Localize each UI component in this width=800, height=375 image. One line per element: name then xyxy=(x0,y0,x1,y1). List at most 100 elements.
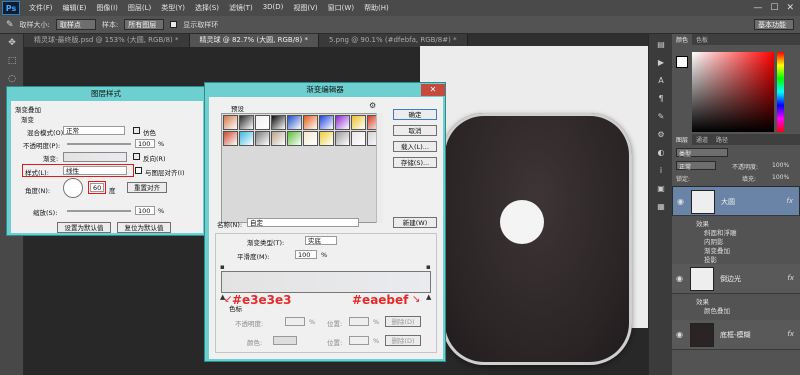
blend-mode-select[interactable]: 正常 xyxy=(63,126,125,135)
hue-slider[interactable] xyxy=(777,52,784,132)
effect-item[interactable]: 投影 xyxy=(704,254,717,264)
tab-channels[interactable]: 通道 xyxy=(692,134,712,145)
menu-item[interactable]: 3D(D) xyxy=(258,3,289,13)
brush-icon[interactable]: ✎ xyxy=(654,112,668,124)
new-button[interactable]: 新建(W) xyxy=(393,217,437,228)
eyedropper-icon[interactable]: ✎ xyxy=(6,20,14,30)
gradient-preset-swatch[interactable] xyxy=(255,115,270,130)
fx-icon[interactable]: fx xyxy=(786,197,793,205)
fx-icon[interactable]: fx xyxy=(787,274,794,282)
close-button[interactable]: ✕ xyxy=(786,3,794,13)
gradient-preset-swatch[interactable] xyxy=(351,115,366,130)
reset-default-button[interactable]: 复位为默认值 xyxy=(117,222,171,233)
cancel-button[interactable]: 取消 xyxy=(393,125,437,136)
opacity-slider[interactable] xyxy=(67,143,131,145)
menu-item[interactable]: 图层(L) xyxy=(123,3,156,13)
gradient-preset-swatch[interactable] xyxy=(271,115,286,130)
character-icon[interactable]: A xyxy=(654,76,668,88)
gradient-preset-swatch[interactable] xyxy=(223,131,238,146)
gradient-preset-swatch[interactable] xyxy=(319,115,334,130)
tab-color[interactable]: 颜色 xyxy=(672,34,693,45)
history-icon[interactable]: ▤ xyxy=(654,40,668,52)
actions-icon[interactable]: ▶ xyxy=(654,58,668,70)
gradient-preset-swatch[interactable] xyxy=(319,131,334,146)
gradient-preset-swatch[interactable] xyxy=(255,131,270,146)
menu-item[interactable]: 帮助(H) xyxy=(359,3,394,13)
gradient-preset-swatch[interactable] xyxy=(303,131,318,146)
tab-pokeball[interactable]: 精灵球 @ 82.7% (大圆, RGB/8) * xyxy=(189,34,319,47)
delete-color-button[interactable]: 删除(D) xyxy=(385,335,421,346)
menu-item[interactable]: 图像(I) xyxy=(91,3,123,13)
gradient-preset-swatch[interactable] xyxy=(239,115,254,130)
foreground-color-swatch[interactable] xyxy=(676,56,688,68)
angle-field[interactable]: 60 xyxy=(90,183,104,192)
workspace-select[interactable]: 基本功能 xyxy=(754,19,794,30)
color-stop-right[interactable]: ▲ xyxy=(426,293,431,301)
visibility-eye-icon[interactable]: ◉ xyxy=(677,197,687,206)
gradient-preset-swatch[interactable] xyxy=(335,115,350,130)
gradient-preset-swatch[interactable] xyxy=(271,131,286,146)
sample-size-select[interactable]: 取样点 xyxy=(55,19,96,30)
type-select[interactable]: 实底 xyxy=(305,236,337,245)
info-icon[interactable]: i xyxy=(654,166,668,178)
opacity-stop-left[interactable]: ▪ xyxy=(220,263,225,271)
tab-paths[interactable]: 路径 xyxy=(712,134,732,145)
layer-row[interactable]: ◉ 倒边光 fx xyxy=(672,264,800,294)
smooth-field[interactable]: 100 xyxy=(295,250,317,259)
stop-position-field[interactable] xyxy=(349,317,369,326)
angle-dial[interactable] xyxy=(63,178,83,198)
align-checkbox[interactable] xyxy=(135,167,142,174)
dither-checkbox[interactable] xyxy=(133,127,140,134)
set-default-button[interactable]: 设置为默认值 xyxy=(57,222,111,233)
sample-select[interactable]: 所有图层 xyxy=(124,19,165,30)
menu-item[interactable]: 文件(F) xyxy=(24,3,58,13)
menu-item[interactable]: 滤镜(T) xyxy=(224,3,258,13)
tab-swatches[interactable]: 色板 xyxy=(692,34,712,45)
stop-color-swatch[interactable] xyxy=(273,336,297,345)
stop-opacity-field[interactable] xyxy=(285,317,305,326)
style-select[interactable]: 线性 xyxy=(63,166,127,175)
marquee-tool-icon[interactable]: ⬚ xyxy=(4,56,20,70)
gradient-preset-swatch[interactable] xyxy=(239,131,254,146)
show-ring-checkbox[interactable] xyxy=(170,21,178,28)
gradient-preset-swatch[interactable] xyxy=(223,115,238,130)
kind-filter-select[interactable]: 类型 xyxy=(676,148,728,158)
menu-item[interactable]: 视图(V) xyxy=(288,3,322,13)
reset-align-button[interactable]: 重置对齐 xyxy=(127,182,167,193)
visibility-eye-icon[interactable]: ◉ xyxy=(676,330,686,339)
menu-item[interactable]: 编辑(E) xyxy=(58,3,92,13)
reverse-checkbox[interactable] xyxy=(133,153,140,160)
fx-icon[interactable]: fx xyxy=(787,330,794,338)
ok-button[interactable]: 确定 xyxy=(393,109,437,120)
opacity-value[interactable]: 100% xyxy=(772,162,789,169)
styles-icon[interactable]: ▦ xyxy=(654,202,668,214)
menu-item[interactable]: 选择(S) xyxy=(190,3,224,13)
menu-item[interactable]: 窗口(W) xyxy=(323,3,359,13)
gradient-preview[interactable] xyxy=(63,152,127,162)
gradient-preset-swatch[interactable] xyxy=(335,131,350,146)
color-picker-field[interactable] xyxy=(692,52,774,132)
maximize-button[interactable]: ☐ xyxy=(770,3,778,13)
gradient-preset-swatch[interactable] xyxy=(303,115,318,130)
opacity-field[interactable]: 100 xyxy=(135,139,155,148)
visibility-eye-icon[interactable]: ◉ xyxy=(676,274,686,283)
adjustments-icon[interactable]: ◐ xyxy=(654,148,668,160)
opacity-stop-right[interactable]: ▪ xyxy=(426,263,431,271)
minimize-button[interactable]: — xyxy=(753,3,762,13)
settings-gear-icon[interactable]: ⚙ xyxy=(369,101,376,110)
tool-presets-icon[interactable]: ▣ xyxy=(654,184,668,196)
gradient-preset-swatch[interactable] xyxy=(287,115,302,130)
fill-value[interactable]: 100% xyxy=(772,174,789,181)
gradient-preset-swatch[interactable] xyxy=(287,131,302,146)
scale-slider[interactable] xyxy=(67,210,131,212)
tab-pokeball-final[interactable]: 精灵球-最终版.psd @ 153% (大圆, RGB/8) * xyxy=(24,34,190,47)
paragraph-icon[interactable]: ¶ xyxy=(654,94,668,106)
properties-icon[interactable]: ⚙ xyxy=(654,130,668,142)
move-tool-icon[interactable]: ✥ xyxy=(4,38,20,52)
scale-field[interactable]: 100 xyxy=(135,206,155,215)
blend-mode-select[interactable]: 正常 xyxy=(676,161,716,171)
close-button[interactable]: ✕ xyxy=(421,84,445,96)
tab-layers[interactable]: 图层 xyxy=(672,134,693,145)
delete-opacity-button[interactable]: 删除(D) xyxy=(385,316,421,327)
effect-item[interactable]: 颜色叠加 xyxy=(704,305,730,315)
